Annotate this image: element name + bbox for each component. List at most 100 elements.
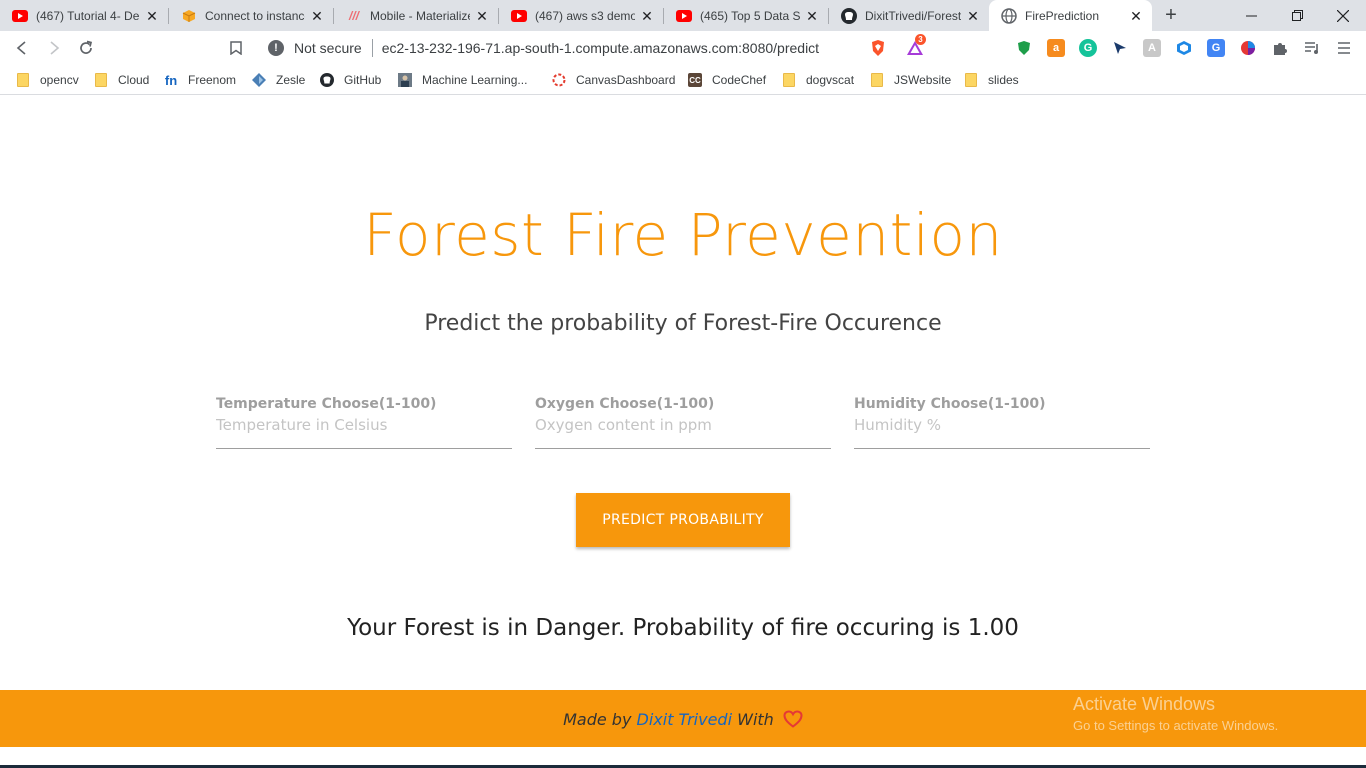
close-tab-icon[interactable]: ✕ xyxy=(965,8,981,24)
tab-tutorial[interactable]: (467) Tutorial 4- Dep ✕ xyxy=(0,0,168,31)
tab-github[interactable]: DixitTrivedi/ForestFi ✕ xyxy=(829,0,989,31)
codechef-icon: CC xyxy=(688,73,702,87)
address-bar[interactable]: ! Not secure ec2-13-232-196-71.ap-south-… xyxy=(258,34,860,62)
minimize-button[interactable] xyxy=(1228,0,1274,31)
temperature-input[interactable] xyxy=(216,416,512,434)
humidity-field: Humidity Choose(1-100) xyxy=(854,396,1150,449)
close-tab-icon[interactable]: ✕ xyxy=(804,8,820,24)
tab-data-science[interactable]: (465) Top 5 Data Sci ✕ xyxy=(664,0,828,31)
rewards-badge: 3 xyxy=(915,34,926,45)
bookmark-freenom[interactable]: fn Freenom xyxy=(164,72,236,88)
tab-title: Mobile - Materialize xyxy=(370,8,470,23)
tab-title: DixitTrivedi/ForestFi xyxy=(865,8,961,23)
tab-aws-s3[interactable]: (467) aws s3 demo - ✕ xyxy=(499,0,663,31)
activate-windows-watermark: Activate Windows Go to Settings to activ… xyxy=(1073,694,1278,733)
close-tab-icon[interactable]: ✕ xyxy=(309,8,325,24)
address-divider xyxy=(371,39,373,57)
author-link[interactable]: Dixit Trivedi xyxy=(637,710,733,729)
back-button[interactable] xyxy=(10,36,34,60)
bookmark-label: Freenom xyxy=(188,73,237,87)
prediction-result: Your Forest is in Danger. Probability of… xyxy=(347,615,1019,641)
tab-title: (467) aws s3 demo - xyxy=(535,8,635,23)
bookmark-label: Cloud xyxy=(118,73,150,87)
ml-thumbnail-icon xyxy=(398,73,412,87)
tab-materialize[interactable]: /// Mobile - Materialize ✕ xyxy=(334,0,498,31)
google-translate-icon[interactable]: G xyxy=(1207,39,1225,57)
bookmark-label: GitHub xyxy=(344,73,382,87)
predict-probability-button[interactable]: PREDICT PROBABILITY xyxy=(576,493,790,547)
forward-button[interactable] xyxy=(42,36,66,60)
footer-prefix: Made by xyxy=(563,710,632,729)
tab-title: FirePrediction xyxy=(1025,8,1100,23)
folder-icon xyxy=(16,73,30,87)
color-wheel-icon[interactable] xyxy=(1239,39,1257,57)
oxygen-input[interactable] xyxy=(535,416,831,434)
page-title: Forest Fire Prevention xyxy=(363,201,1003,269)
bookmarks-bar: opencv Cloud fn Freenom Zesle GitHub Mach… xyxy=(0,65,1366,95)
browser-toolbar: ! Not secure ec2-13-232-196-71.ap-south-… xyxy=(0,31,1366,65)
bookmark-label: CanvasDashboard xyxy=(576,73,676,87)
info-icon[interactable]: ! xyxy=(268,40,284,56)
security-status: Not secure xyxy=(294,40,362,56)
brave-shield-icon[interactable] xyxy=(869,39,887,57)
close-window-button[interactable] xyxy=(1320,0,1366,31)
close-tab-icon[interactable]: ✕ xyxy=(1128,8,1144,24)
cube-extension-icon[interactable] xyxy=(1175,39,1193,57)
bookmark-label: CodeChef xyxy=(712,73,767,87)
new-tab-button[interactable]: + xyxy=(1160,4,1182,26)
bookmark-label: opencv xyxy=(40,73,79,87)
bookmark-jswebsite[interactable]: JSWebsite xyxy=(870,72,951,88)
grammarly-icon[interactable]: G xyxy=(1079,39,1097,57)
bookmark-label: JSWebsite xyxy=(894,73,952,87)
tab-title: (465) Top 5 Data Sci xyxy=(700,8,800,23)
bookmark-label: Zesle xyxy=(276,73,306,87)
cursor-extension-icon[interactable] xyxy=(1111,39,1129,57)
footer-suffix: With xyxy=(737,710,774,729)
close-tab-icon[interactable]: ✕ xyxy=(474,8,490,24)
oxygen-label: Oxygen Choose(1-100) xyxy=(535,396,715,412)
menu-icon[interactable] xyxy=(1335,39,1353,57)
bookmark-github[interactable]: GitHub xyxy=(320,72,381,88)
watermark-title: Activate Windows xyxy=(1073,694,1216,714)
folder-icon xyxy=(94,73,108,87)
github-icon xyxy=(841,7,857,24)
freenom-icon: fn xyxy=(164,72,178,88)
close-tab-icon[interactable]: ✕ xyxy=(639,8,655,24)
humidity-label: Humidity Choose(1-100) xyxy=(854,396,1046,412)
youtube-icon xyxy=(12,8,28,24)
bookmark-zesle[interactable]: Zesle xyxy=(252,72,305,88)
bookmark-label: slides xyxy=(988,73,1019,87)
bookmark-dogvscat[interactable]: dogvscat xyxy=(782,72,854,88)
restore-button[interactable] xyxy=(1274,0,1320,31)
page-content: Forest Fire Prevention Predict the proba… xyxy=(0,98,1366,768)
reload-button[interactable] xyxy=(74,36,98,60)
bookmark-codechef[interactable]: CC CodeChef xyxy=(688,72,766,88)
humidity-input[interactable] xyxy=(854,416,1150,434)
page-subtitle: Predict the probability of Forest-Fire O… xyxy=(424,311,942,336)
tab-title: (467) Tutorial 4- Dep xyxy=(36,8,140,23)
brave-rewards-icon[interactable]: 3 xyxy=(903,34,927,57)
bookmark-canvasdashboard[interactable]: CanvasDashboard xyxy=(552,72,675,88)
translate-ext-icon[interactable]: A xyxy=(1143,39,1161,57)
bookmark-icon[interactable] xyxy=(224,36,248,60)
shield-extension-icon[interactable] xyxy=(1015,39,1033,57)
oxygen-field: Oxygen Choose(1-100) xyxy=(535,396,831,449)
youtube-icon xyxy=(676,8,692,24)
tab-connect[interactable]: Connect to instance ✕ xyxy=(169,0,333,31)
bag-extension-icon[interactable]: a xyxy=(1047,39,1065,57)
media-control-icon[interactable] xyxy=(1303,39,1321,57)
youtube-icon xyxy=(511,8,527,24)
url-text[interactable]: ec2-13-232-196-71.ap-south-1.compute.ama… xyxy=(382,40,819,56)
bookmark-slides[interactable]: slides xyxy=(964,72,1019,88)
bookmark-label: Machine Learning... xyxy=(422,73,528,87)
bookmark-opencv[interactable]: opencv xyxy=(16,72,79,88)
materialize-icon: /// xyxy=(348,8,359,23)
github-icon xyxy=(320,73,334,87)
heart-icon xyxy=(783,710,803,732)
bookmark-machine-learning[interactable]: Machine Learning... xyxy=(398,72,527,88)
temperature-field: Temperature Choose(1-100) xyxy=(216,396,512,449)
close-tab-icon[interactable]: ✕ xyxy=(144,8,160,24)
puzzle-icon[interactable] xyxy=(1271,39,1289,57)
tab-fireprediction[interactable]: FirePrediction ✕ xyxy=(989,0,1152,31)
bookmark-cloud[interactable]: Cloud xyxy=(94,72,149,88)
